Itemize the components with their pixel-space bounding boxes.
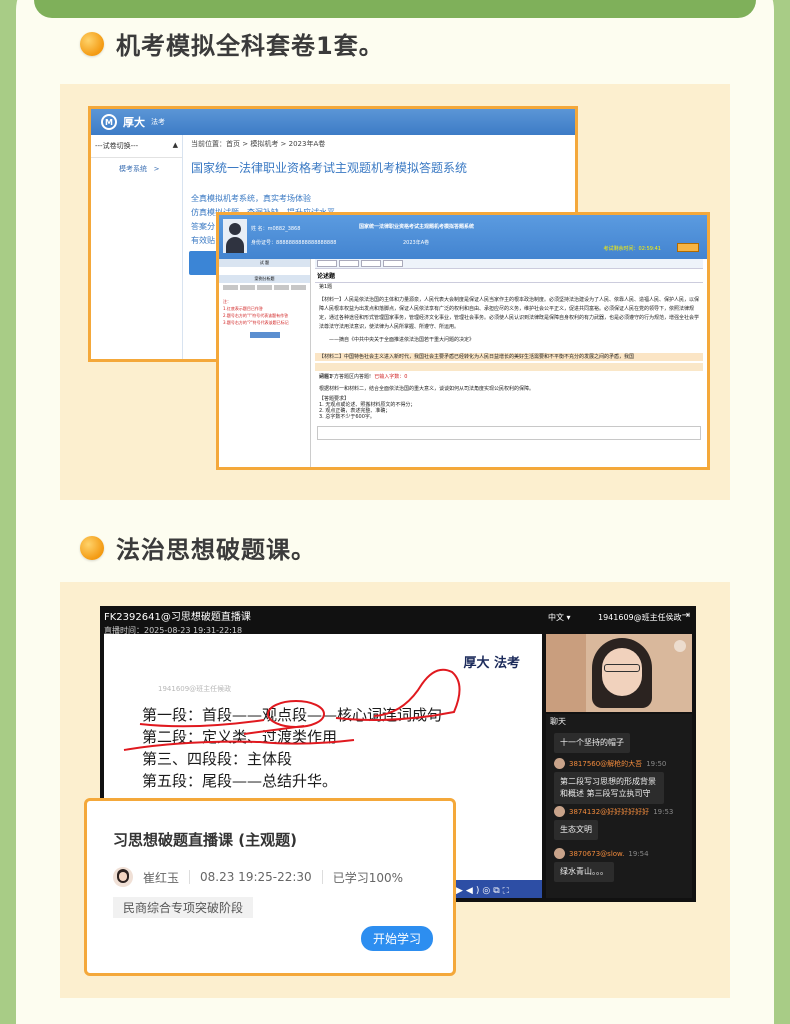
- tab-button[interactable]: [361, 260, 381, 267]
- exam-answer-header: 国家统一法律职业资格考试主观题机考模拟答题系统 姓 名：m0882_3868 身…: [219, 215, 707, 259]
- question-section: 论述题: [315, 269, 703, 283]
- material-two-strip: 【材料二】中国特色社会主义进入新时代，我国社会主要矛盾已经转化为人民日益增长的美…: [315, 353, 703, 361]
- question-cell[interactable]: [240, 285, 255, 290]
- avatar: [554, 848, 565, 859]
- collapse-icon[interactable]: [674, 640, 686, 652]
- avatar: [223, 219, 247, 253]
- player-header: FK2392641@习思想破题直播课 直播时间：2025-08-23 19:31…: [104, 608, 251, 636]
- question-grid: [219, 283, 310, 292]
- question-nav-header: 试 题: [219, 259, 310, 267]
- tab-button[interactable]: [339, 260, 359, 267]
- chat-message: 十一个坚持的帽子: [554, 730, 630, 753]
- course-meta: 崔红玉 08.23 19:25-22:30 已学习100%: [113, 867, 403, 887]
- language-select[interactable]: 中文 ▾: [548, 612, 571, 623]
- sidebar-item-exam[interactable]: 模考系统 >: [91, 158, 182, 174]
- exam-answer-window: 国家统一法律职业资格考试主观题机考模拟答题系统 姓 名：m0882_3868 身…: [216, 212, 710, 470]
- exam-header-title: 国家统一法律职业资格考试主观题机考模拟答题系统: [359, 224, 475, 230]
- requirements: 【答题要求】 1. 无观点或论述、照搬材料原文的不得分； 2. 观点正确，表述完…: [319, 396, 416, 420]
- chat-message: 3817560@解枪的大吾 19:50 第二段写习思想的形成背景和概述 第三段写立…: [554, 758, 666, 804]
- chat-message: 3870673@slow. 19:54 绿水青山。。。: [554, 848, 649, 882]
- question-area: 论述题 第1题 【材料一】人民是依法治国的主体和力量源泉，人民代表大会制度是保证…: [315, 259, 703, 467]
- toolbar: [315, 259, 703, 269]
- exam-screenshot-panel: M 厚大 法考 ---试卷切换--- ▲ 模考系统 > 当前位置：首页 > 模拟…: [60, 84, 730, 500]
- exam-home-sidebar: ---试卷切换--- ▲ 模考系统 >: [91, 135, 183, 359]
- submit-button[interactable]: [677, 243, 699, 252]
- live-class-panel: FK2392641@习思想破题直播课 直播时间：2025-08-23 19:31…: [60, 582, 730, 998]
- nav-action-button[interactable]: [249, 332, 280, 338]
- page-title: 国家统一法律职业资格考试主观题机考模拟答题系统: [191, 161, 468, 175]
- answer-prompt: 请在下方答题区内答题! 已输入字数：0: [319, 374, 408, 380]
- avatar: [554, 806, 565, 817]
- section-title-text: 法治思想破题课。: [116, 536, 316, 564]
- player-controls[interactable]: ▶◀)◎⧉⛶: [456, 886, 512, 896]
- question-nav: 试 题 案例分析题 注： 1.红底表示题目已作答 2.题号右方的"!"符号代表该…: [219, 259, 311, 467]
- chat-header: 聊天: [550, 717, 566, 726]
- triangle-up-icon: ▲: [172, 141, 178, 149]
- answer-input[interactable]: [317, 426, 701, 440]
- feature-line: 答案分: [191, 222, 215, 231]
- course-title: 习思想破题直播课 (主观题): [113, 831, 297, 849]
- teacher-name: 崔红玉: [143, 870, 180, 885]
- feature-line: 全真模拟机考系统，真实考场体验: [191, 194, 311, 203]
- nav-notes: 注： 1.红底表示题目已作答 2.题号右方的"!"符号代表该题有作答 3.题号右…: [223, 299, 289, 325]
- exam-timer: 考试剩余时间：02:59:41: [603, 246, 661, 252]
- start-learning-button[interactable]: 开始学习: [360, 926, 433, 951]
- section-title-class: 法治思想破题课。: [80, 530, 316, 565]
- tab-button[interactable]: [317, 260, 337, 267]
- paper-switch[interactable]: ---试卷切换--- ▲: [91, 135, 182, 158]
- paper-name: 2023年A卷: [403, 240, 430, 246]
- brand-sub: 法考: [151, 118, 165, 126]
- chat-panel: 聊天 十一个坚持的帽子 3817560@解枪的大吾 19:50 第二段写习思想的形…: [546, 714, 692, 898]
- teacher-camera: [546, 634, 692, 712]
- logo-icon: M: [101, 114, 117, 130]
- bullet-icon: [80, 535, 104, 560]
- course-time: 08.23 19:25-22:30: [200, 870, 312, 884]
- course-card[interactable]: 习思想破题直播课 (主观题) 崔红玉 08.23 19:25-22:30 已学习…: [84, 798, 456, 976]
- exit-icon[interactable]: ⇥: [682, 610, 690, 621]
- chat-message: 3874132@好好好好好好 19:53 生态文明: [554, 806, 673, 840]
- question-cell[interactable]: [291, 285, 306, 290]
- breadcrumb: 当前位置：首页 > 模拟机考 > 2023年A卷: [191, 140, 326, 148]
- avatar: [554, 758, 565, 769]
- question-cell[interactable]: [257, 285, 272, 290]
- question-bar: 问题1: [315, 363, 703, 380]
- tab-button[interactable]: [383, 260, 403, 267]
- material-one: 【材料一】人民是依法治国的主体和力量源泉，人民代表大会制度是保证人民当家作主的根…: [319, 297, 700, 330]
- brand-name: 厚大: [123, 116, 145, 129]
- exam-home-header: M 厚大 法考: [91, 109, 575, 135]
- current-user: 1941609@班主任侯政: [598, 613, 682, 622]
- question-number: 第1题: [319, 284, 333, 290]
- live-title: FK2392641@习思想破题直播课: [104, 612, 251, 623]
- teacher-avatar: [113, 867, 133, 887]
- question-cell[interactable]: [223, 285, 238, 290]
- name-row: 姓 名：m0882_3868: [251, 226, 301, 232]
- section-title-text: 机考模拟全科套卷1套。: [116, 32, 384, 60]
- id-row: 身份证号：8888888888888888888: [251, 240, 337, 246]
- question-text: 根据材料一和材料二，结合全面依法治国的重大意义，谈谈如何从司法角度实现公民权利的…: [319, 386, 535, 392]
- question-cell[interactable]: [274, 285, 289, 290]
- top-band: [34, 0, 756, 18]
- bullet-icon: [80, 31, 104, 56]
- course-progress: 已学习100%: [332, 870, 403, 885]
- course-tag: 民商综合专项突破阶段: [113, 897, 254, 918]
- question-type-header: 案例分析题: [219, 275, 310, 283]
- material-source: ——摘自《中共中央关于全面推进依法治国若干重大问题的决定》: [329, 337, 475, 343]
- section-title-exam: 机考模拟全科套卷1套。: [80, 26, 384, 61]
- feature-line: 有效贴: [191, 236, 215, 245]
